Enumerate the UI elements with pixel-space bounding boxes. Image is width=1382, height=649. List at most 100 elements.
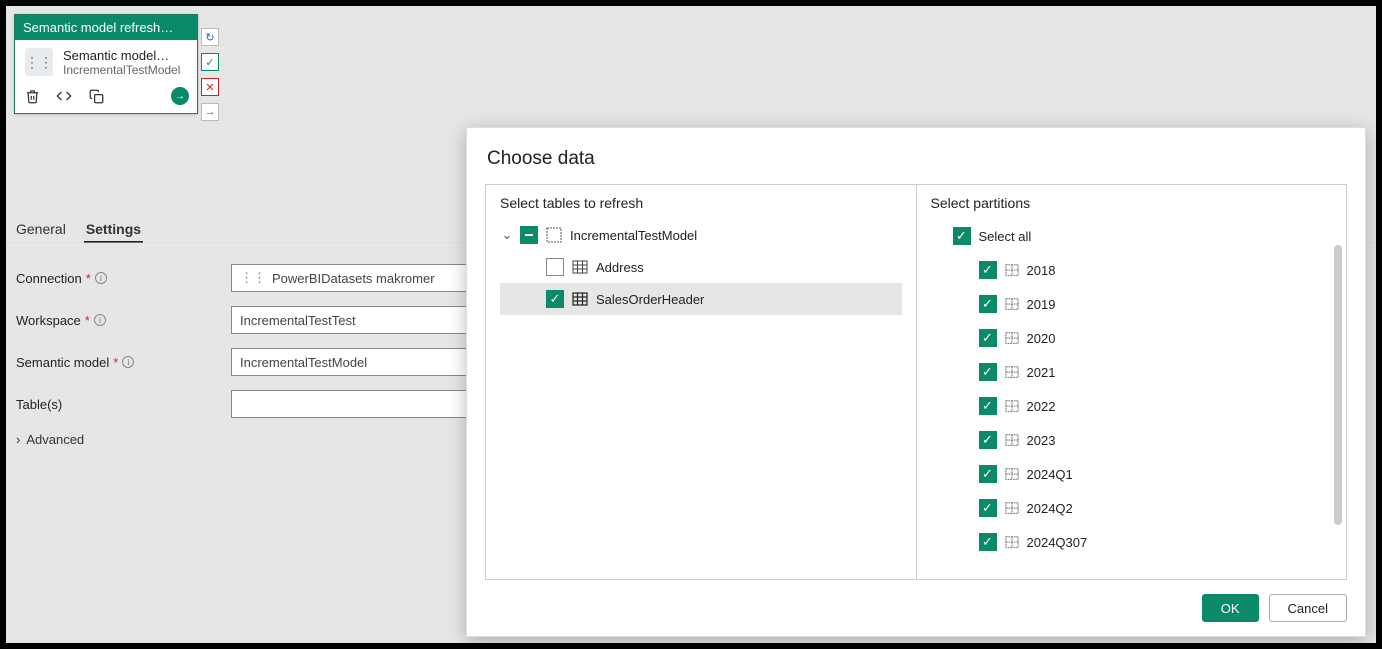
- status-error-icon[interactable]: ✕: [201, 78, 219, 96]
- partition-icon: [1005, 365, 1019, 379]
- partition-icon: [1005, 433, 1019, 447]
- partition-icon: [1005, 297, 1019, 311]
- partition-row[interactable]: ✓ 2019: [931, 287, 1333, 321]
- partition-row[interactable]: ✓ 2024Q1: [931, 457, 1333, 491]
- advanced-label: Advanced: [26, 432, 84, 447]
- partition-label: 2024Q2: [1027, 501, 1073, 516]
- activity-card[interactable]: Semantic model refresh… ⋮⋮ Semantic mode…: [14, 14, 198, 114]
- checkbox-checked[interactable]: ✓: [546, 290, 564, 308]
- required-marker: *: [86, 271, 91, 286]
- required-marker: *: [113, 355, 118, 370]
- tab-settings[interactable]: Settings: [84, 217, 143, 243]
- tables-input[interactable]: [231, 390, 471, 418]
- partition-label: 2018: [1027, 263, 1056, 278]
- semantic-model-label: Semantic model: [16, 355, 109, 370]
- cancel-button[interactable]: Cancel: [1269, 594, 1347, 622]
- connection-label: Connection: [16, 271, 82, 286]
- side-status-icons: ↻ ✓ ✕ →: [201, 28, 219, 121]
- connection-value: PowerBIDatasets makromer: [272, 271, 435, 286]
- partition-icon: [1005, 331, 1019, 345]
- status-success-icon[interactable]: ✓: [201, 53, 219, 71]
- select-all-row[interactable]: ✓ Select all: [931, 219, 1333, 253]
- checkbox-checked[interactable]: ✓: [979, 397, 997, 415]
- checkbox-checked[interactable]: ✓: [979, 329, 997, 347]
- model-name: IncrementalTestModel: [570, 228, 697, 243]
- run-icon[interactable]: →: [171, 87, 189, 105]
- partition-label: 2024Q1: [1027, 467, 1073, 482]
- checkbox-checked[interactable]: ✓: [979, 465, 997, 483]
- model-tree-root[interactable]: ⌄ IncrementalTestModel: [500, 219, 902, 251]
- activity-card-body: ⋮⋮ Semantic model… IncrementalTestModel: [15, 40, 197, 81]
- partition-icon: [1005, 535, 1019, 549]
- checkbox-checked[interactable]: ✓: [979, 261, 997, 279]
- partition-icon: [1005, 501, 1019, 515]
- choose-data-dialog: Choose data Select tables to refresh ⌄ I…: [466, 127, 1366, 637]
- table-name: SalesOrderHeader: [596, 292, 704, 307]
- status-refresh-icon[interactable]: ↻: [201, 28, 219, 46]
- partition-row[interactable]: ✓ 2020: [931, 321, 1333, 355]
- settings-tabs: General Settings: [14, 217, 143, 244]
- tables-pane: Select tables to refresh ⌄ IncrementalTe…: [486, 185, 917, 579]
- table-name: Address: [596, 260, 644, 275]
- checkbox-indeterminate[interactable]: [520, 226, 538, 244]
- partition-row[interactable]: ✓ 2024Q307: [931, 525, 1333, 559]
- workspace-input[interactable]: IncrementalTestTest: [231, 306, 471, 334]
- partition-row[interactable]: ✓ 2022: [931, 389, 1333, 423]
- status-forward-icon[interactable]: →: [201, 103, 219, 121]
- info-icon[interactable]: i: [94, 314, 106, 326]
- info-icon[interactable]: i: [122, 356, 134, 368]
- activity-toolbar: →: [15, 81, 197, 113]
- tables-label: Table(s): [16, 397, 62, 412]
- tables-pane-header: Select tables to refresh: [500, 195, 902, 211]
- table-row-salesorderheader[interactable]: ✓ SalesOrderHeader: [500, 283, 902, 315]
- partition-label: 2019: [1027, 297, 1056, 312]
- partition-label: 2020: [1027, 331, 1056, 346]
- partition-icon: [1005, 263, 1019, 277]
- checkbox-unchecked[interactable]: [546, 258, 564, 276]
- partition-label: 2022: [1027, 399, 1056, 414]
- copy-icon[interactable]: [87, 87, 105, 105]
- required-marker: *: [85, 313, 90, 328]
- table-icon: [572, 291, 588, 307]
- dataset-glyph-icon: ⋮⋮: [240, 270, 266, 286]
- checkbox-checked[interactable]: ✓: [979, 499, 997, 517]
- table-row-address[interactable]: Address: [500, 251, 902, 283]
- partition-label: 2024Q307: [1027, 535, 1088, 550]
- partition-label: 2023: [1027, 433, 1056, 448]
- select-all-label: Select all: [979, 229, 1032, 244]
- connection-input[interactable]: ⋮⋮ PowerBIDatasets makromer: [231, 264, 471, 292]
- partition-icon: [1005, 399, 1019, 413]
- partition-icon: [1005, 467, 1019, 481]
- dialog-buttons: OK Cancel: [485, 580, 1347, 622]
- delete-icon[interactable]: [23, 87, 41, 105]
- partitions-pane-header: Select partitions: [931, 195, 1333, 211]
- activity-title: Semantic model…: [63, 48, 180, 63]
- partition-row[interactable]: ✓ 2023: [931, 423, 1333, 457]
- semantic-model-input[interactable]: IncrementalTestModel: [231, 348, 471, 376]
- dataset-icon: ⋮⋮: [25, 48, 53, 76]
- model-icon: [546, 227, 562, 243]
- ok-button[interactable]: OK: [1202, 594, 1259, 622]
- checkbox-checked[interactable]: ✓: [953, 227, 971, 245]
- activity-subtitle: IncrementalTestModel: [63, 63, 180, 77]
- checkbox-checked[interactable]: ✓: [979, 363, 997, 381]
- partition-label: 2021: [1027, 365, 1056, 380]
- partition-row[interactable]: ✓ 2018: [931, 253, 1333, 287]
- partition-row[interactable]: ✓ 2021: [931, 355, 1333, 389]
- workspace-value: IncrementalTestTest: [240, 313, 356, 328]
- table-icon: [572, 259, 588, 275]
- checkbox-checked[interactable]: ✓: [979, 431, 997, 449]
- checkbox-checked[interactable]: ✓: [979, 533, 997, 551]
- checkbox-checked[interactable]: ✓: [979, 295, 997, 313]
- semantic-model-value: IncrementalTestModel: [240, 355, 367, 370]
- app-frame: Semantic model refresh… ⋮⋮ Semantic mode…: [5, 5, 1377, 644]
- activity-card-header: Semantic model refresh…: [15, 15, 197, 40]
- workspace-label: Workspace: [16, 313, 81, 328]
- code-icon[interactable]: [55, 87, 73, 105]
- chevron-right-icon: ›: [16, 432, 20, 447]
- scrollbar[interactable]: [1334, 245, 1342, 525]
- info-icon[interactable]: i: [95, 272, 107, 284]
- tab-general[interactable]: General: [14, 217, 68, 243]
- chevron-down-icon[interactable]: ⌄: [502, 227, 512, 243]
- partition-row[interactable]: ✓ 2024Q2: [931, 491, 1333, 525]
